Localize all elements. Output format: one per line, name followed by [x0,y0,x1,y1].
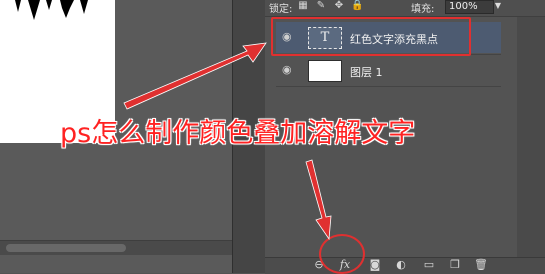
arrow-to-layer [123,42,267,110]
arrow-to-fx [305,159,332,241]
tutorial-caption: ps怎么制作颜色叠加溶解文字 [60,118,416,149]
